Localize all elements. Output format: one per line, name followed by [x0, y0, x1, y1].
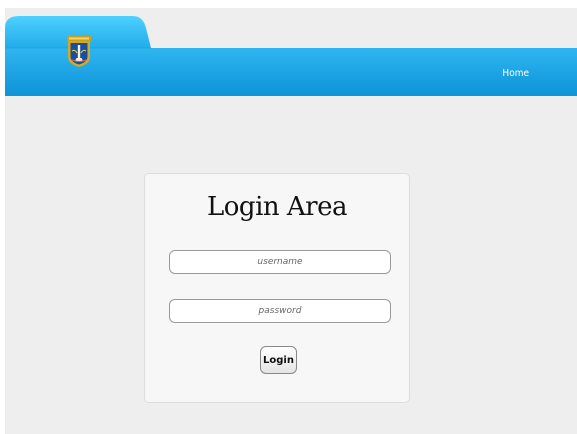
- login-button[interactable]: Login: [260, 346, 297, 374]
- login-card: Login Area Login: [144, 173, 410, 403]
- username-input[interactable]: [169, 250, 391, 274]
- coat-of-arms-icon: [67, 36, 91, 67]
- nav-home-link[interactable]: Home: [502, 68, 529, 79]
- password-input[interactable]: [169, 299, 391, 323]
- login-page: Home Login Area Login: [5, 8, 577, 434]
- login-title: Login Area: [207, 192, 347, 222]
